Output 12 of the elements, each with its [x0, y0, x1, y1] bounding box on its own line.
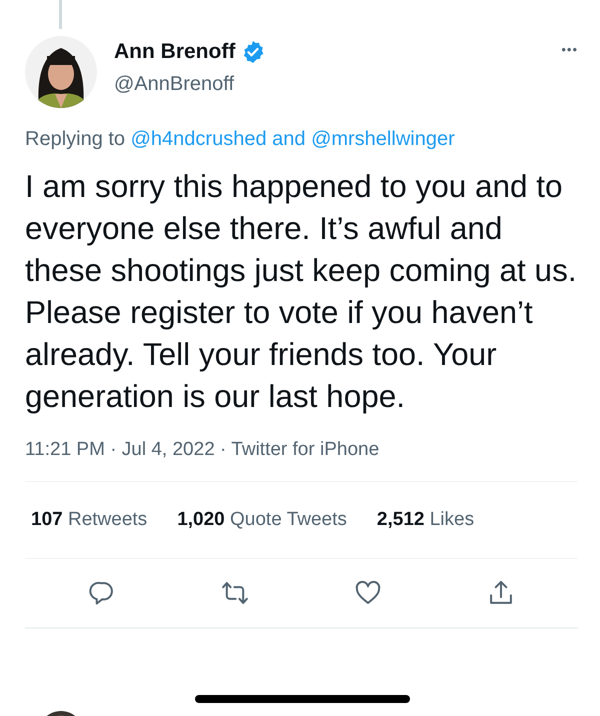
- tweet-text: I am sorry this happened to you and to everyone else there. It’s awful and these shootings just keep coming at us. Please register to vote if you haven’t already. Tell your friends too. Your generation is our last hope.: [25, 167, 578, 416]
- reply-icon: [88, 579, 116, 607]
- author-name[interactable]: Ann Brenoff: [114, 40, 236, 64]
- heart-icon: [354, 579, 382, 607]
- more-options-icon[interactable]: •••: [561, 42, 578, 57]
- stat-link[interactable]: 107 Retweets: [31, 509, 148, 531]
- tweet-timestamp: 11:21 PM · Jul 4, 2022 · Twitter for iPhone: [25, 439, 380, 461]
- stat-link[interactable]: 2,512 Likes: [376, 509, 474, 531]
- replying-to-text: Replying to @h4ndcrushed and @mrshellwinger: [25, 128, 456, 151]
- retweet-icon: [220, 579, 249, 607]
- stat-link[interactable]: 1,020 Quote Tweets: [177, 509, 347, 531]
- author-handle[interactable]: @AnnBrenoff: [114, 73, 234, 96]
